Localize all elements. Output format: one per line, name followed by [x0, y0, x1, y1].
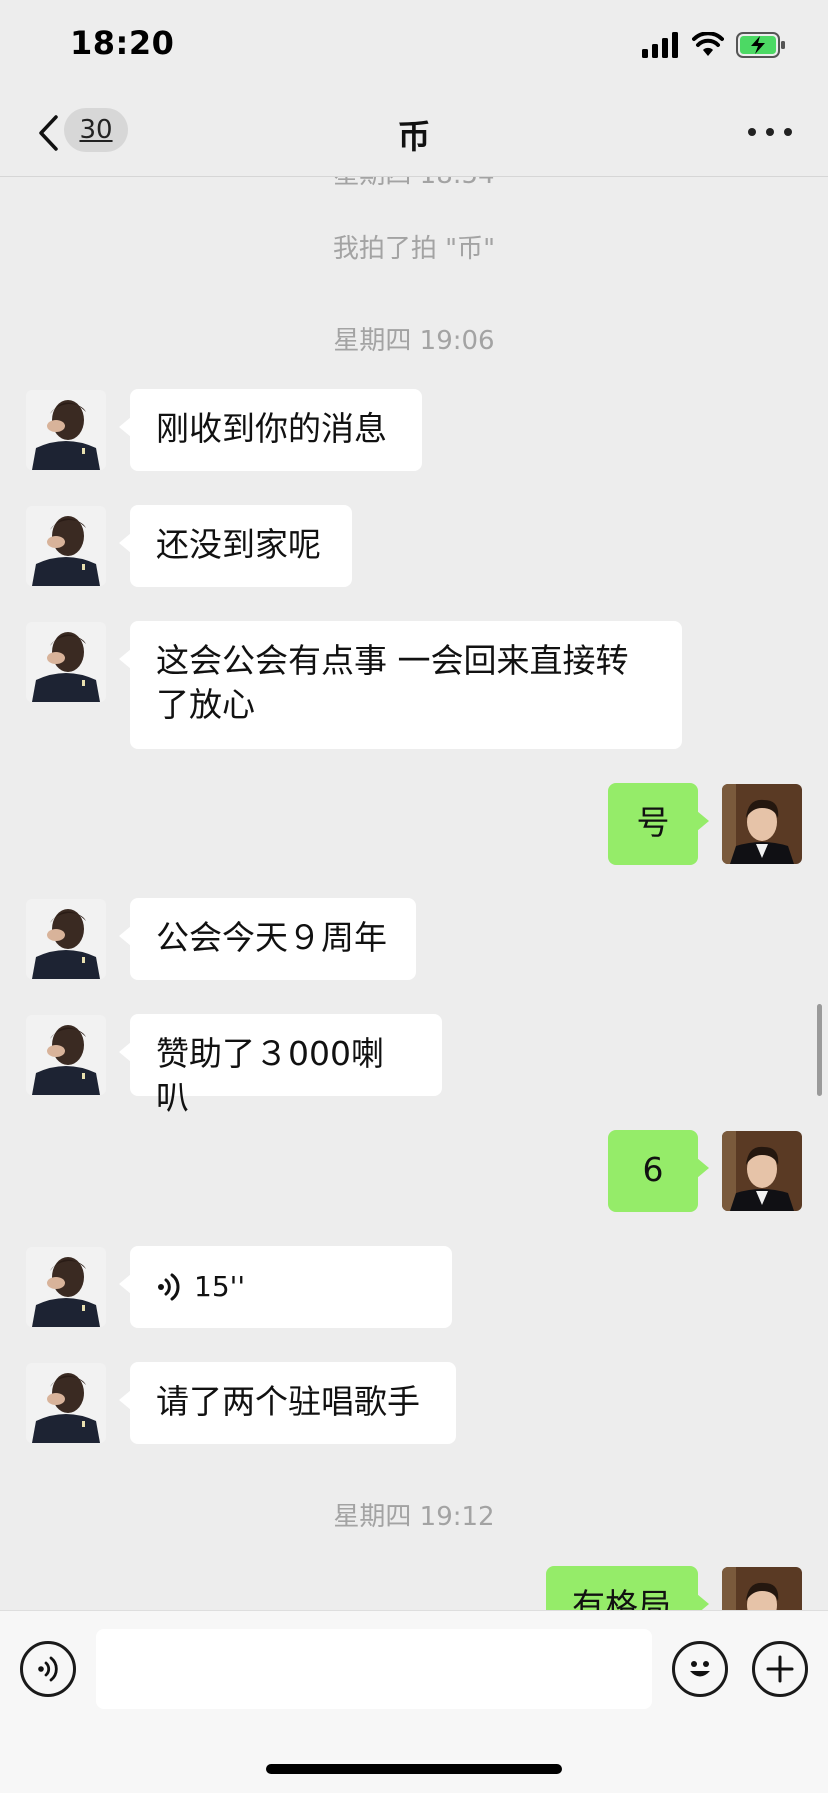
system-pat-notice: 我拍了拍 "币" [332, 234, 496, 264]
contact-avatar[interactable] [26, 1015, 106, 1095]
message-bubble[interactable]: 公会今天９周年 [119, 898, 416, 980]
message-input[interactable] [96, 1629, 652, 1709]
status-bar: 18:20 [0, 0, 828, 90]
wifi-icon [692, 32, 724, 56]
message-bubble-outgoing[interactable]: 号 [608, 783, 709, 865]
my-avatar[interactable] [722, 1567, 802, 1610]
more-dot-icon [784, 128, 792, 136]
voice-message-bubble[interactable]: 15'' [119, 1246, 452, 1328]
message-bubble[interactable]: 还没到家呢 [119, 505, 352, 587]
chat-message-list[interactable]: 星期四 18:54 我拍了拍 "币" 星期四 19:06 刚收到你的消息 还没到… [0, 176, 828, 1610]
cellular-signal-icon [642, 32, 678, 58]
my-avatar[interactable] [722, 1131, 802, 1211]
scroll-indicator[interactable] [817, 1004, 822, 1096]
system-timestamp: 星期四 19:12 [333, 1502, 495, 1532]
contact-avatar[interactable] [26, 899, 106, 979]
message-bubble[interactable]: 赞助了３000喇叭 [119, 1014, 442, 1117]
smiley-icon [690, 1661, 710, 1677]
contact-avatar[interactable] [26, 1363, 106, 1443]
voice-input-button[interactable] [20, 1641, 76, 1697]
more-functions-button[interactable] [752, 1641, 808, 1697]
message-bubble[interactable]: 这会公会有点事 一会回来直接转了放心 [119, 621, 682, 749]
home-indicator[interactable] [266, 1764, 562, 1774]
message-bubble[interactable]: 请了两个驻唱歌手 [119, 1362, 456, 1444]
my-avatar[interactable] [722, 784, 802, 864]
voice-wave-icon [38, 1656, 58, 1682]
chat-title: 币 [397, 117, 431, 156]
status-time: 18:20 [70, 24, 175, 62]
contact-avatar[interactable] [26, 390, 106, 470]
emoji-button[interactable] [672, 1641, 728, 1697]
battery-charging-icon [736, 32, 785, 58]
plus-icon [766, 1655, 794, 1683]
message-bubble[interactable]: 刚收到你的消息 [119, 389, 422, 471]
system-timestamp: 星期四 18:54 [0, 176, 828, 191]
message-bubble-outgoing[interactable]: 有格局 [546, 1566, 709, 1610]
more-options-button[interactable] [748, 120, 792, 144]
message-bubble-outgoing[interactable]: 6 [608, 1130, 709, 1212]
more-dot-icon [748, 128, 756, 136]
nav-bar: 30 币 [0, 90, 828, 177]
contact-avatar[interactable] [26, 506, 106, 586]
voice-wave-icon [158, 1273, 180, 1301]
status-icons [642, 30, 786, 60]
voice-duration: 15'' [194, 1270, 246, 1303]
contact-avatar[interactable] [26, 1247, 106, 1327]
system-timestamp: 星期四 19:06 [333, 326, 495, 356]
more-dot-icon [766, 128, 774, 136]
contact-avatar[interactable] [26, 622, 106, 702]
